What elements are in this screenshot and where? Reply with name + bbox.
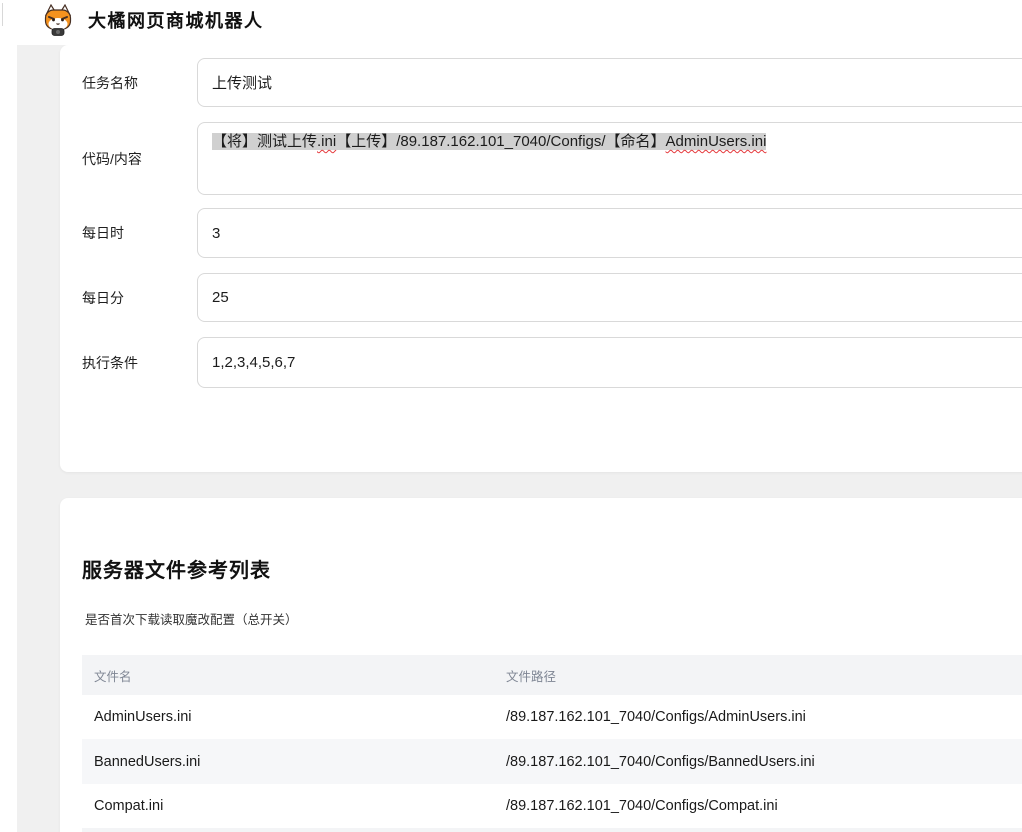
server-files-card: 服务器文件参考列表 是否首次下载读取魔改配置（总开关） 文件名 文件路径 Adm… bbox=[60, 498, 1022, 832]
cell-filepath: /89.187.162.101_7040/Configs/AdminUsers.… bbox=[494, 709, 1022, 725]
code-segment: 【将】测试上传 bbox=[212, 133, 317, 150]
table-row: Compat.ini /89.187.162.101_7040/Configs/… bbox=[82, 784, 1022, 828]
form-row-daily-minute: 每日分 bbox=[60, 273, 1022, 322]
cell-filename: Compat.ini bbox=[82, 798, 494, 814]
form-row-code-content: 代码/内容 【将】测试上传.ini【上传】/89.187.162.101_704… bbox=[60, 122, 1022, 195]
master-switch-note: 是否首次下载读取魔改配置（总开关） bbox=[85, 609, 298, 628]
form-row-task-name: 任务名称 bbox=[60, 58, 1022, 107]
form-row-daily-hour: 每日时 bbox=[60, 208, 1022, 258]
files-table: 文件名 文件路径 AdminUsers.ini /89.187.162.101_… bbox=[82, 655, 1022, 832]
task-form-card: 任务名称 代码/内容 【将】测试上传.ini【上传】/89.187.162.10… bbox=[60, 45, 1022, 472]
app-title: 大橘网页商城机器人 bbox=[88, 0, 264, 42]
task-name-label: 任务名称 bbox=[82, 58, 192, 107]
cell-filepath: /89.187.162.101_7040/Configs/Compat.ini bbox=[494, 798, 1022, 814]
code-content-label: 代码/内容 bbox=[82, 122, 192, 195]
cell-filename: AdminUsers.ini bbox=[82, 709, 494, 725]
code-content-textarea[interactable]: 【将】测试上传.ini【上传】/89.187.162.101_7040/Conf… bbox=[197, 122, 1022, 195]
cell-filename: BannedUsers.ini bbox=[82, 754, 494, 770]
page: 大橘网页商城机器人 任务名称 代码/内容 【将】测试上传.ini【上传】/89.… bbox=[0, 0, 1022, 832]
run-condition-label: 执行条件 bbox=[82, 337, 192, 388]
daily-minute-input[interactable] bbox=[197, 273, 1022, 322]
table-row: AdminUsers.ini /89.187.162.101_7040/Conf… bbox=[82, 695, 1022, 739]
header-cell-filepath: 文件路径 bbox=[494, 666, 1022, 685]
run-condition-input[interactable] bbox=[197, 337, 1022, 388]
table-row-partial bbox=[82, 828, 1022, 832]
form-row-run-condition: 执行条件 bbox=[60, 337, 1022, 388]
cell-filepath: /89.187.162.101_7040/Configs/BannedUsers… bbox=[494, 754, 1022, 770]
server-files-title: 服务器文件参考列表 bbox=[82, 554, 271, 583]
daily-hour-input[interactable] bbox=[197, 208, 1022, 258]
daily-minute-label: 每日分 bbox=[82, 273, 192, 322]
page-header: 大橘网页商城机器人 bbox=[0, 0, 1022, 45]
left-edge-divider bbox=[2, 3, 3, 26]
orange-cat-mascot-icon bbox=[44, 4, 72, 36]
code-segment: 【上传】/89.187.162.101_7040/Configs/【命名】 bbox=[336, 133, 665, 150]
code-segment-misspelled: AdminUsers.ini bbox=[666, 133, 767, 150]
task-name-input[interactable] bbox=[197, 58, 1022, 107]
code-segment-misspelled: .ini bbox=[317, 133, 336, 150]
header-cell-filename: 文件名 bbox=[82, 666, 494, 685]
daily-hour-label: 每日时 bbox=[82, 208, 192, 258]
table-row: BannedUsers.ini /89.187.162.101_7040/Con… bbox=[82, 739, 1022, 784]
table-header-row: 文件名 文件路径 bbox=[82, 655, 1022, 695]
